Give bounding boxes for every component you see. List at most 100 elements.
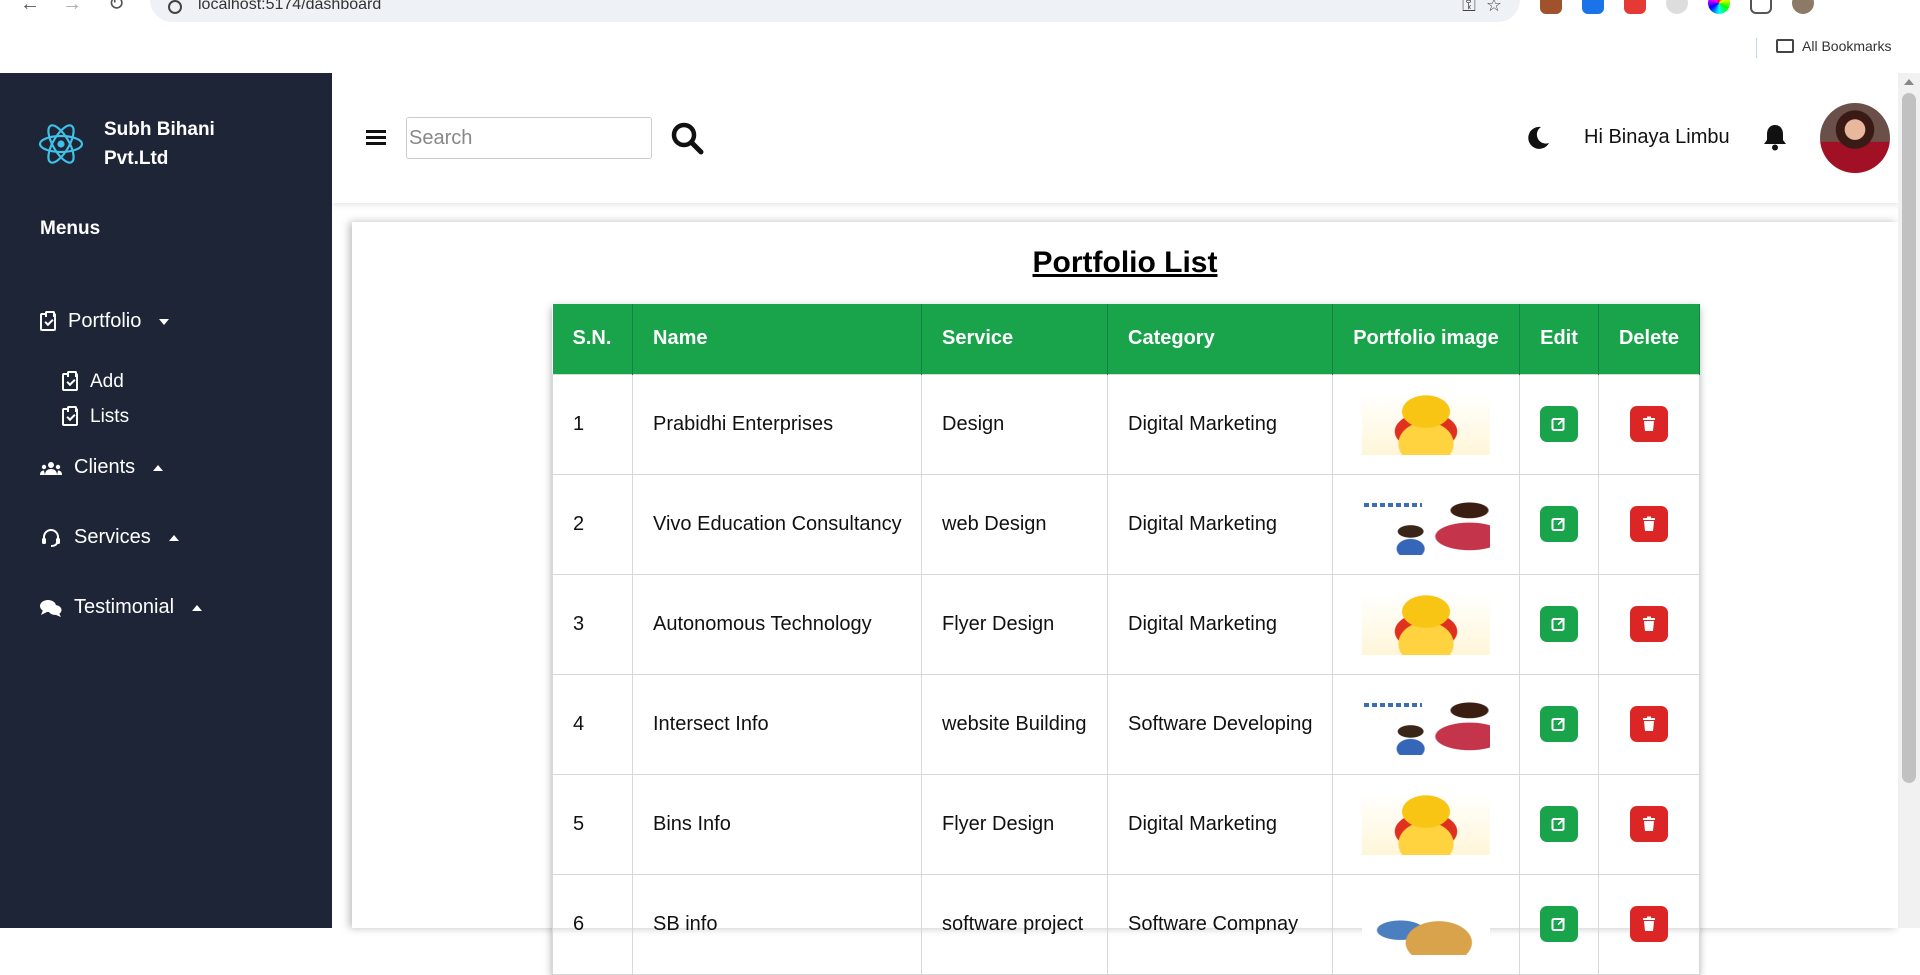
- edit-button[interactable]: [1540, 606, 1578, 642]
- lotus-goddess-image: [1362, 393, 1490, 455]
- extension-icon[interactable]: [1582, 0, 1604, 14]
- notification-bell-icon[interactable]: [1762, 123, 1788, 151]
- edit-icon: [1551, 416, 1567, 432]
- table-row: 3 Autonomous Technology Flyer Design Digita…: [552, 573, 1700, 675]
- trash-icon: [1642, 816, 1656, 832]
- caret-up-icon: [168, 534, 179, 541]
- edit-icon: [1551, 816, 1567, 832]
- cell-edit: [1519, 473, 1599, 575]
- address-bar[interactable]: localhost:5174/dashboard ⚿ ☆: [150, 0, 1520, 22]
- user-avatar[interactable]: [1820, 103, 1890, 173]
- puzzle-extensions-icon[interactable]: [1750, 0, 1772, 14]
- edit-icon: [1551, 516, 1567, 532]
- cell-name: Prabidhi Enterprises: [632, 373, 922, 475]
- cell-edit: [1519, 673, 1599, 775]
- cell-name: Autonomous Technology: [632, 573, 922, 675]
- menu-toggle-icon[interactable]: [366, 130, 386, 146]
- edit-button[interactable]: [1540, 506, 1578, 542]
- profile-icon[interactable]: [1792, 0, 1814, 14]
- sidebar-subitem-add[interactable]: Add: [62, 371, 124, 393]
- sidebar-subitem-lists[interactable]: Lists: [62, 406, 129, 428]
- color-picker-extension-icon[interactable]: [1708, 0, 1730, 14]
- krishna-flute-image: [1362, 893, 1490, 955]
- cell-portfolio-image: [1332, 673, 1520, 775]
- cell-sn: 6: [552, 873, 633, 975]
- column-header-sn: S.N.: [552, 304, 633, 374]
- sidebar-item-label: Clients: [74, 456, 136, 478]
- delete-button[interactable]: [1630, 506, 1668, 542]
- cell-service: web Design: [921, 473, 1108, 575]
- comments-icon: [40, 599, 62, 617]
- forward-icon[interactable]: →: [62, 0, 82, 14]
- site-info-icon[interactable]: [168, 0, 182, 14]
- cell-portfolio-image: [1332, 773, 1520, 875]
- brand[interactable]: Subh Bihani Pvt.Ltd: [38, 115, 254, 173]
- delete-button[interactable]: [1630, 406, 1668, 442]
- sidebar-item-label: Portfolio: [68, 310, 142, 332]
- sidebar-item-clients[interactable]: Clients: [40, 456, 164, 479]
- cell-service: Flyer Design: [921, 773, 1108, 875]
- users-icon: [40, 461, 62, 475]
- cell-delete: [1598, 373, 1700, 475]
- table-row: 6 SB info software project Software Compnay: [552, 873, 1700, 975]
- cell-sn: 1: [552, 373, 633, 475]
- table-body: 1 Prabidhi Enterprises Design Digital Marke…: [552, 373, 1700, 975]
- lotus-goddess-image: [1362, 793, 1490, 855]
- edit-icon: [1551, 716, 1567, 732]
- sidebar-item-portfolio[interactable]: Portfolio: [40, 310, 170, 333]
- delete-button[interactable]: [1630, 906, 1668, 942]
- edit-button[interactable]: [1540, 706, 1578, 742]
- cell-service: software project: [921, 873, 1108, 975]
- sidebar-item-services[interactable]: Services: [40, 526, 179, 549]
- cell-delete: [1598, 773, 1700, 875]
- search-input[interactable]: [406, 117, 652, 159]
- caret-up-icon: [192, 604, 203, 611]
- cell-name: Bins Info: [632, 773, 922, 875]
- cell-category: Digital Marketing: [1107, 473, 1333, 575]
- edit-button[interactable]: [1540, 806, 1578, 842]
- extension-icon[interactable]: [1666, 0, 1688, 14]
- table-row: 1 Prabidhi Enterprises Design Digital Marke…: [552, 373, 1700, 475]
- reload-icon[interactable]: ↻: [108, 0, 125, 14]
- lotus-goddess-image: [1362, 593, 1490, 655]
- delete-button[interactable]: [1630, 806, 1668, 842]
- caret-down-icon: [159, 318, 170, 325]
- cell-edit: [1519, 773, 1599, 875]
- delete-button[interactable]: [1630, 706, 1668, 742]
- cell-delete: [1598, 573, 1700, 675]
- trash-icon: [1642, 716, 1656, 732]
- cell-service: website Building: [921, 673, 1108, 775]
- table-header-row: S.N. Name Service Category Portfolio ima…: [552, 304, 1700, 374]
- url-text: localhost:5174/dashboard: [198, 0, 382, 13]
- table-row: 5 Bins Info Flyer Design Digital Marketing: [552, 773, 1700, 875]
- column-header-category: Category: [1107, 304, 1333, 374]
- dark-mode-moon-icon[interactable]: [1525, 125, 1551, 151]
- edit-button[interactable]: [1540, 906, 1578, 942]
- caret-up-icon: [153, 464, 164, 471]
- cell-portfolio-image: [1332, 473, 1520, 575]
- column-header-edit: Edit: [1519, 304, 1599, 374]
- all-bookmarks-button[interactable]: All Bookmarks: [1776, 38, 1891, 54]
- column-header-name: Name: [632, 304, 922, 374]
- sidebar-item-testimonial[interactable]: Testimonial: [40, 596, 203, 619]
- cell-edit: [1519, 573, 1599, 675]
- page-scrollbar[interactable]: [1898, 73, 1920, 928]
- cell-category: Software Developing: [1107, 673, 1333, 775]
- bookmark-star-icon[interactable]: ⚿ ☆: [1462, 0, 1502, 14]
- menus-title: Menus: [40, 218, 101, 239]
- scrollbar-thumb[interactable]: [1902, 93, 1916, 783]
- trash-icon: [1642, 516, 1656, 532]
- cookie-extension-icon[interactable]: [1540, 0, 1562, 14]
- search-icon[interactable]: [670, 121, 704, 155]
- trash-icon: [1642, 916, 1656, 932]
- scroll-up-arrow-icon[interactable]: [1904, 79, 1914, 85]
- off-extension-icon[interactable]: [1624, 0, 1646, 14]
- delete-button[interactable]: [1630, 606, 1668, 642]
- sidebar-subitem-label: Lists: [90, 406, 130, 427]
- edit-button[interactable]: [1540, 406, 1578, 442]
- children-tika-image: [1362, 693, 1490, 755]
- all-bookmarks-label: All Bookmarks: [1802, 38, 1892, 54]
- extensions-bar: [1540, 0, 1814, 14]
- back-icon[interactable]: ←: [20, 0, 40, 14]
- page-title: Portfolio List: [1032, 246, 1218, 279]
